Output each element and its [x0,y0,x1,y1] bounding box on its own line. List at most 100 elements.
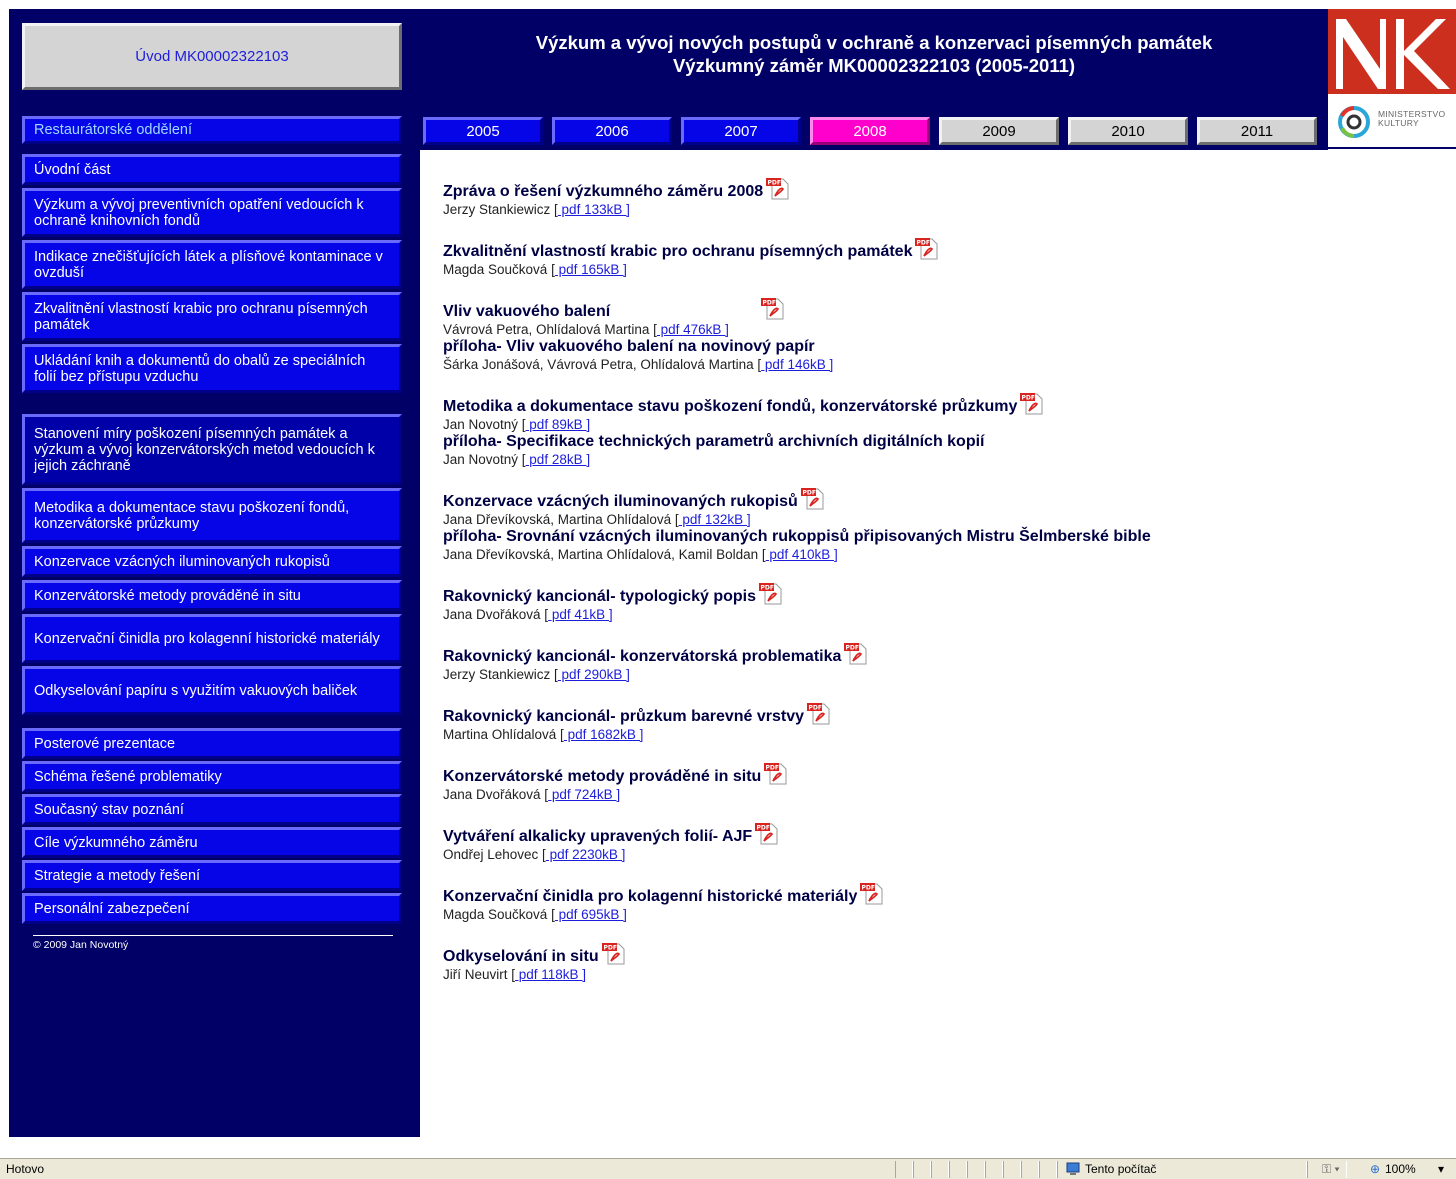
pdf-link[interactable]: pdf 41kB ] [548,607,613,622]
svg-text:PDF: PDF [768,180,781,187]
tab-year-2007[interactable]: 2007 [681,117,801,145]
pdf-icon[interactable]: PDF [914,235,940,261]
list-item: Zkvalitnění vlastností krabic pro ochran… [443,235,1443,277]
pdf-icon[interactable]: PDF [1019,390,1045,416]
entry-title: Vliv vakuového balení [443,303,611,320]
tab-year-2005[interactable]: 2005 [423,117,543,145]
sidebar-item-cile[interactable]: Cíle výzkumného záměru [22,827,402,858]
entry-title: Rakovnický kancionál- typologický popis [443,588,756,605]
entry-title: Metodika a dokumentace stavu poškození f… [443,398,1018,415]
entry-author: Jana Dvořáková [ [443,787,549,802]
sidebar-item-preventivni-opatreni[interactable]: Výzkum a vývoj preventivních opatření ve… [22,188,402,237]
list-item: Vytváření alkalicky upravených folií- AJ… [443,820,1443,862]
pdf-link[interactable]: pdf 410kB ] [766,547,837,562]
tab-year-2011[interactable]: 2011 [1197,117,1317,145]
svg-text:PDF: PDF [862,885,875,892]
list-item: Vliv vakuového balení PDF Vávrová Petra, … [443,295,1443,372]
entry-appendix-author: Jana Dřevíkovská, Martina Ohlídalová, Ka… [443,547,766,562]
browser-status-bar: Hotovo Tento počítač ⚿ ▾ ⊕ 100% ▾ [0,1158,1456,1179]
entry-author: Magda Součková [ [443,262,555,277]
sidebar-item-schema[interactable]: Schéma řešené problematiky [22,761,402,792]
sidebar-item-odkyselovani[interactable]: Odkyselování papíru s využitím vakuových… [22,666,402,715]
sidebar-item-ukladani[interactable]: Ukládání knih a dokumentů do obalů ze sp… [22,344,402,393]
svg-text:PDF: PDF [809,705,822,712]
sidebar-item-stav-poznani[interactable]: Současný stav poznání [22,794,402,825]
zoom-dropdown-icon[interactable]: ▾ [1438,1162,1444,1176]
pdf-link[interactable]: pdf 165kB ] [555,262,627,277]
document-list: Zpráva o řešení výzkumného záměru 2008 PD… [443,175,1443,1000]
pdf-icon[interactable]: PDF [843,640,869,666]
mk-wordmark-line2: KULTURY [1378,118,1419,128]
header-divider [1328,147,1456,149]
security-icon[interactable]: ⚿ ▾ [1322,1162,1340,1177]
list-item: Zpráva o řešení výzkumného záměru 2008 PD… [443,175,1443,217]
entry-author: Jana Dřevíkovská, Martina Ohlídalová [ [443,512,679,527]
pdf-link[interactable]: pdf 476kB ] [657,322,729,337]
pdf-icon[interactable]: PDF [859,880,885,906]
sidebar-item-krabice[interactable]: Zkvalitnění vlastností krabic pro ochran… [22,292,402,341]
sidebar-item-kolagenni[interactable]: Konzervační činidla pro kolagenní histor… [22,614,402,663]
list-item: Rakovnický kancionál- typologický popis P… [443,580,1443,622]
entry-title: Zkvalitnění vlastností krabic pro ochran… [443,243,913,260]
status-panel [967,1161,985,1178]
list-item: Konzervace vzácných iluminovaných rukopi… [443,485,1443,562]
status-panel [985,1161,1003,1178]
zoom-icon[interactable]: ⊕ [1370,1162,1380,1176]
zoom-level[interactable]: 100% [1385,1162,1416,1176]
entry-author: Vávrová Petra, Ohlídalová Martina [ [443,322,657,337]
pdf-link[interactable]: pdf 2230kB ] [546,847,626,862]
pdf-icon[interactable]: PDF [763,760,789,786]
pdf-link[interactable]: pdf 724kB ] [548,787,620,802]
entry-author: Martina Ohlídalová [ [443,727,564,742]
tab-year-2008[interactable]: 2008 [810,117,930,145]
page-subtitle: Výzkumný záměr MK00002322103 (2005-2011) [672,55,1076,76]
sidebar-section-restaurator[interactable]: Restaurátorské oddělení [22,116,402,144]
pdf-link[interactable]: pdf 290kB ] [558,667,630,682]
list-item: Rakovnický kancionál- průzkum barevné vr… [443,700,1443,742]
pdf-link[interactable]: pdf 1682kB ] [564,727,644,742]
sidebar-item-konzervace-rukopisu[interactable]: Konzervace vzácných iluminovaných rukopi… [22,546,402,577]
pdf-icon[interactable]: PDF [754,820,780,846]
computer-icon [1066,1162,1080,1175]
sidebar-item-personalni[interactable]: Personální zabezpečení [22,893,402,924]
pdf-link[interactable]: pdf 146kB ] [761,357,833,372]
nk-logo-graphic [1328,9,1456,94]
entry-author: Jerzy Stankiewicz [ [443,202,558,217]
pdf-icon[interactable]: PDF [760,295,786,321]
sidebar-item-uvodni-cast[interactable]: Úvodní část [22,154,402,185]
entry-title: Konzervační činidla pro kolagenní histor… [443,888,858,905]
pdf-link[interactable]: pdf 132kB ] [679,512,750,527]
pdf-icon[interactable]: PDF [765,175,791,201]
pdf-icon[interactable]: PDF [800,485,826,511]
tab-year-2010[interactable]: 2010 [1068,117,1188,145]
nk-logo[interactable] [1328,9,1456,94]
entry-appendix-author: Jan Novotný [ [443,452,526,467]
svg-text:PDF: PDF [846,645,859,652]
intro-button[interactable]: Úvod MK00002322103 [22,23,402,90]
sidebar-item-strategie[interactable]: Strategie a metody řešení [22,860,402,891]
pdf-link[interactable]: pdf 28kB ] [526,452,590,467]
sidebar-item-indikace[interactable]: Indikace znečišťujících látek a plísňové… [22,240,402,289]
svg-text:PDF: PDF [757,825,770,832]
status-text: Hotovo [6,1162,45,1176]
pdf-link[interactable]: pdf 695kB ] [555,907,627,922]
entry-appendix-title: příloha- Srovnání vzácných iluminovaných… [443,528,1151,545]
pdf-link[interactable]: pdf 118kB ] [515,967,586,982]
svg-text:PDF: PDF [763,300,776,307]
pdf-icon[interactable]: PDF [758,580,784,606]
sidebar-item-in-situ[interactable]: Konzervátorské metody prováděné in situ [22,580,402,611]
entry-title: Konzervace vzácných iluminovaných rukopi… [443,493,798,510]
pdf-icon[interactable]: PDF [601,940,627,966]
sidebar-item-stanoveni[interactable]: Stanovení míry poškození písemných památ… [22,414,402,485]
tab-year-2006[interactable]: 2006 [552,117,672,145]
pdf-link[interactable]: pdf 133kB ] [558,202,630,217]
sidebar-item-postery[interactable]: Posterové prezentace [22,728,402,759]
list-item: Konzervátorské metody prováděné in situ P… [443,760,1443,802]
tab-year-2009[interactable]: 2009 [939,117,1059,145]
ministerstvo-kultury-logo[interactable]: MINISTERSTVO KULTURY [1328,96,1456,148]
entry-appendix-author: Šárka Jonášová, Vávrová Petra, Ohlídalov… [443,357,762,372]
status-panel [1021,1161,1039,1178]
pdf-icon[interactable]: PDF [806,700,832,726]
pdf-link[interactable]: pdf 89kB ] [526,417,590,432]
sidebar-item-metodika[interactable]: Metodika a dokumentace stavu poškození f… [22,488,402,543]
